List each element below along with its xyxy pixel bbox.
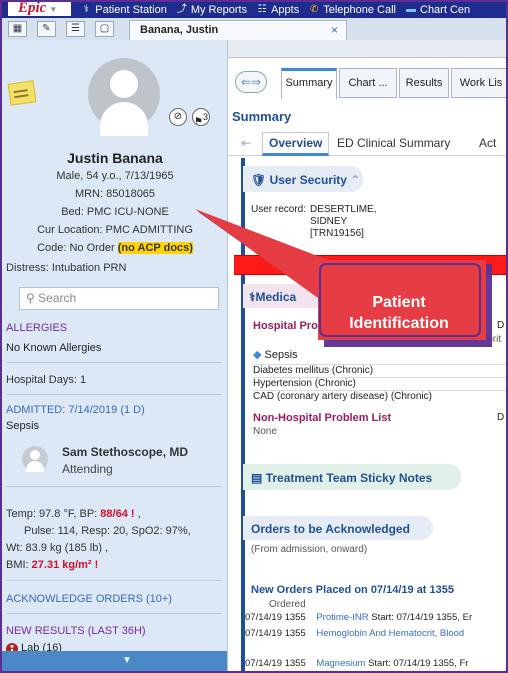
vitals-line-3: Wt: 83.9 kg (185 lb) , <box>6 542 109 554</box>
subtab-activity[interactable]: Act <box>479 136 496 150</box>
attending-name[interactable]: Sam Stethoscope, MD <box>62 445 188 459</box>
diamond-icon: ◆ <box>253 349 262 361</box>
priority-column: Priorit <box>475 334 502 345</box>
tab-results[interactable]: Results <box>399 68 449 98</box>
new-results-header[interactable]: NEW RESULTS (LAST 36H) <box>6 625 146 637</box>
problem-sepsis[interactable]: ◆ Sepsis <box>253 348 298 361</box>
toolbar-appts[interactable]: ☷ Appts <box>256 4 300 16</box>
non-hospital-problems-header[interactable]: Non-Hospital Problem List <box>253 412 391 424</box>
tab-summary[interactable]: Summary <box>281 68 337 99</box>
patient-station-icon: ⚕ <box>83 4 89 15</box>
subtabs: ⇤ Overview ED Clinical Summary Act <box>229 132 506 156</box>
back-forward-icon[interactable]: ⇐⇒ <box>235 71 267 93</box>
allergies-value: No Known Allergies <box>6 342 102 354</box>
sticky-note-icon[interactable] <box>7 80 37 106</box>
attending-avatar <box>22 446 48 472</box>
list-icon[interactable]: ☰ <box>66 21 85 37</box>
patient-code-status: Code: No Order (no ACP docs) <box>37 242 193 254</box>
note-icon: ▤ <box>251 471 263 485</box>
patient-name: Justin Banana <box>67 150 163 166</box>
calendar-icon[interactable]: ▦ <box>8 21 27 37</box>
sticky-notes-title[interactable]: ▤ Treatment Team Sticky Notes <box>251 471 432 485</box>
search-input[interactable]: ⚲ Search <box>19 287 219 310</box>
toolbar-telephone-call[interactable]: ✆ Telephone Call <box>308 4 396 16</box>
hospital-problems-d: D <box>497 320 505 331</box>
order-row[interactable]: 07/14/19 1355 Protime-INR Start: 07/14/1… <box>245 612 472 623</box>
user-record-label: User record: <box>251 204 307 215</box>
patient-bed: Bed: PMC ICU-NONE <box>61 206 169 218</box>
acknowledge-orders-link[interactable]: ACKNOWLEDGE ORDERS (10+) <box>6 593 172 605</box>
app-window: Epic ▼ ⚕ Patient Station ⤴ My Reports ☷ Appt… <box>0 0 508 673</box>
problem-cad[interactable]: CAD (coronary artery disease) (Chronic) <box>253 390 506 402</box>
workspace-tools: ▦ ✎ ☰ ▢ Banana, Justin × <box>2 18 506 40</box>
orders-placed-header: New Orders Placed on 07/14/19 at 1355 <box>251 584 455 596</box>
patient-distress: Distress: Intubation PRN <box>6 262 127 274</box>
non-hospital-problems-d: D <box>497 412 505 423</box>
user-record-line-2: SIDNEY <box>310 216 348 227</box>
patient-tab-label: Banana, Justin <box>140 24 219 36</box>
subtab-overview[interactable]: Overview <box>262 132 330 156</box>
patient-location: Cur Location: PMC ADMITTING <box>37 224 193 236</box>
tab-chart[interactable]: Chart ... <box>339 68 397 98</box>
attending-role: Attending <box>62 462 113 476</box>
telephone-icon: ✆ <box>310 4 319 15</box>
patient-tab[interactable]: Banana, Justin × <box>129 20 347 40</box>
section-rule <box>241 158 245 671</box>
vitals-line-2: Pulse: 114, Resp: 20, SpO2: 97%, <box>24 525 191 537</box>
alert-banner <box>234 255 506 275</box>
toolbar-my-reports[interactable]: ⤴ My Reports <box>176 4 247 16</box>
user-record-line-1: DESERTLIME, <box>310 204 377 215</box>
medical-title[interactable]: ⚕Medica <box>249 290 296 304</box>
admitted-header[interactable]: ADMITTED: 7/14/2019 (1 D) <box>6 404 145 416</box>
hospital-days: Hospital Days: 1 <box>6 374 87 386</box>
patient-avatar <box>88 58 160 136</box>
flag-count-icon[interactable]: ⚑3 <box>192 108 210 127</box>
order-row[interactable]: 07/14/19 1355 Hemoglobin And Hematocrit,… <box>245 628 464 639</box>
appointments-icon: ☷ <box>257 4 267 15</box>
callout-text: Patient Identification <box>349 294 449 332</box>
no-photo-icon[interactable]: ⊘ <box>169 108 187 126</box>
tab-work-list[interactable]: Work Lis <box>451 68 506 98</box>
allergies-header[interactable]: ALLERGIES <box>6 322 67 334</box>
storyboard-sidebar: ⊘ ⚑3 Justin Banana Male, 54 y.o., 7/13/1… <box>2 40 228 671</box>
ordered-column: Ordered <box>269 599 306 610</box>
patient-demographics: Male, 54 y.o., 7/13/1965 <box>56 170 174 182</box>
chevron-down-icon: ▼ <box>122 655 132 666</box>
user-record-line-3: [TRN19156] <box>310 228 364 239</box>
vitals-line-4: BMI: 27.31 kg/m² ! <box>6 559 99 571</box>
epic-logo[interactable]: Epic ▼ <box>8 2 72 16</box>
admitted-reason: Sepsis <box>6 420 40 432</box>
problem-hypertension[interactable]: Hypertension (Chronic) <box>253 377 506 389</box>
orders-subtitle: (From admission, onward) <box>251 544 368 555</box>
chat-icon[interactable]: ▢ <box>95 21 114 37</box>
problem-diabetes[interactable]: Diabetes mellitus (Chronic) <box>253 364 506 376</box>
tools-icon[interactable]: ✎ <box>37 21 56 37</box>
main-content: ⇐⇒ Summary Chart ... Results Work Lis Su… <box>229 58 506 671</box>
user-security-title[interactable]: 🛡 User Security ⌃ <box>251 173 360 187</box>
search-icon: ⚲ <box>26 291 35 305</box>
order-row[interactable]: 07/14/19 1355 Magnesium Start: 07/14/19 … <box>245 658 468 669</box>
folder-icon: ▬ <box>406 4 416 15</box>
vitals-line-1: Temp: 97.8 °F, BP: 88/64 ! , <box>6 508 141 520</box>
sidebar-scroll-bar[interactable]: ▼ <box>2 651 227 671</box>
toolbar-chart-center[interactable]: ▬ Chart Cen <box>405 4 470 16</box>
toolbar-patient-station[interactable]: ⚕ Patient Station <box>80 4 167 16</box>
close-icon[interactable]: × <box>331 21 338 40</box>
hospital-problems-header[interactable]: Hospital Pro <box>253 320 318 332</box>
collapse-arrow-icon[interactable]: ⇤ <box>241 136 251 150</box>
patient-mrn: MRN: 85018065 <box>74 188 156 200</box>
page-title: Summary <box>232 109 292 124</box>
top-toolbar: Epic ▼ ⚕ Patient Station ⤴ My Reports ☷ Appt… <box>2 2 506 18</box>
orders-title[interactable]: Orders to be Acknowledged <box>251 522 410 536</box>
acp-flag[interactable]: (no ACP docs) <box>117 242 193 254</box>
reports-icon: ⤴ <box>176 4 187 15</box>
lock-icon: 🛡 <box>251 173 267 187</box>
subtab-ed-clinical-summary[interactable]: ED Clinical Summary <box>337 136 450 150</box>
non-hospital-none: None <box>253 426 277 437</box>
collapse-icon[interactable]: ⌃ <box>350 173 360 187</box>
